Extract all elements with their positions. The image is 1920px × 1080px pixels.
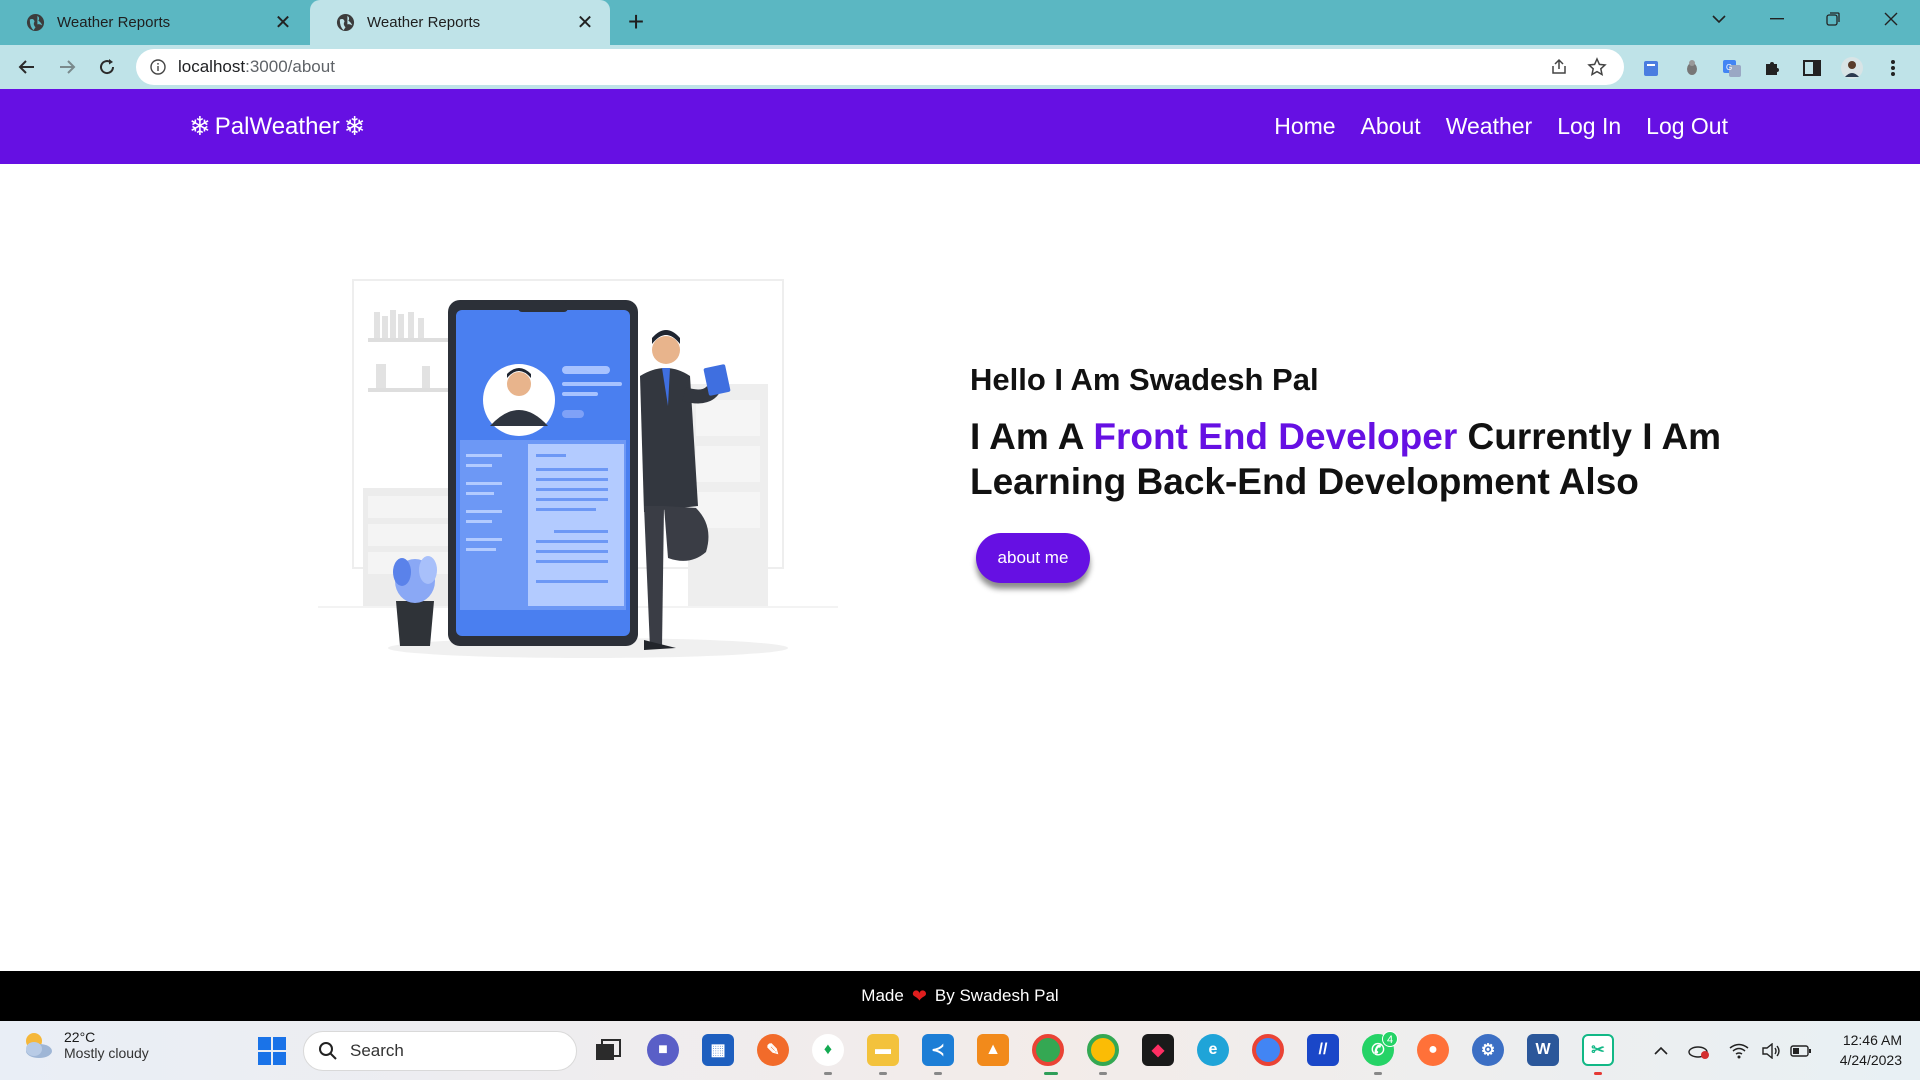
tab-weather-reports-2[interactable]: Weather Reports ✕ — [310, 0, 610, 45]
browser-tab-bar: Weather Reports ✕ Weather Reports ✕ + — [0, 0, 1920, 45]
tab-title: Weather Reports — [367, 14, 481, 31]
heart-icon: ❤ — [911, 985, 927, 1006]
developer-illustration — [318, 279, 838, 658]
partly-cloudy-icon — [26, 1033, 52, 1058]
teams-chat-icon[interactable]: ■ — [647, 1034, 679, 1066]
url-host: localhost — [178, 57, 246, 76]
brand-name: PalWeather — [214, 112, 340, 140]
reading-mode-icon[interactable] — [1638, 55, 1664, 81]
site-footer: Made ❤ By Swadesh Pal — [0, 971, 1920, 1021]
site-navbar: ❄ PalWeather ❄ Home About Weather Log In… — [0, 89, 1920, 164]
bug-extension-icon[interactable] — [1679, 55, 1705, 81]
close-icon[interactable]: ✕ — [574, 12, 596, 34]
back-arrow-icon[interactable] — [12, 52, 42, 82]
clock-time: 12:46 AM — [1842, 1032, 1902, 1048]
nav-about-link[interactable]: About — [1361, 113, 1421, 140]
info-icon[interactable] — [150, 59, 166, 75]
taskbar-search-box[interactable]: Search — [303, 1031, 577, 1071]
restore-icon[interactable] — [1810, 0, 1856, 38]
headline: I Am A Front End Developer Currently I A… — [970, 414, 1770, 504]
translate-icon[interactable]: G — [1719, 55, 1745, 81]
svg-text:G: G — [1726, 63, 1732, 72]
running-indicator — [879, 1072, 887, 1075]
reload-icon[interactable] — [92, 52, 122, 82]
snowflake-icon: ❄ — [343, 111, 366, 141]
address-bar[interactable]: localhost:3000/about — [136, 49, 1624, 85]
active-indicator — [1044, 1072, 1058, 1075]
running-indicator — [1374, 1072, 1382, 1075]
nav-home-link[interactable]: Home — [1274, 113, 1335, 140]
nav-login-link[interactable]: Log In — [1557, 113, 1621, 140]
side-panel-icon[interactable] — [1799, 55, 1825, 81]
running-indicator — [824, 1072, 832, 1075]
firefox-icon[interactable]: ● — [1417, 1034, 1449, 1066]
extensions-puzzle-icon[interactable] — [1759, 55, 1785, 81]
windows-start-icon[interactable] — [257, 1036, 287, 1066]
running-indicator — [1594, 1072, 1602, 1075]
nav-links: Home About Weather Log In Log Out — [1249, 89, 1728, 164]
globe-icon — [336, 13, 355, 32]
headline-accent: Front End Developer — [1093, 416, 1458, 457]
greeting-heading: Hello I Am Swadesh Pal — [970, 362, 1319, 397]
url-path: :3000/about — [245, 57, 335, 76]
menu-kebab-icon[interactable] — [1880, 55, 1906, 81]
profile-avatar[interactable] — [1839, 55, 1865, 81]
file-explorer-icon[interactable]: ▬ — [867, 1034, 899, 1066]
running-indicator — [934, 1072, 942, 1075]
clock-date: 4/24/2023 — [1839, 1052, 1902, 1068]
weather-widget[interactable]: 22°C Mostly cloudy — [20, 1029, 149, 1061]
tab-search-chevron-icon[interactable] — [1696, 0, 1742, 38]
close-window-icon[interactable] — [1868, 0, 1914, 38]
browser-toolbar: localhost:3000/about G — [0, 45, 1920, 89]
headline-prefix: I Am A — [970, 416, 1094, 457]
search-label: Search — [350, 1041, 404, 1060]
hero-text: Hello I Am Swadesh Pal I Am A Front End … — [970, 362, 1770, 504]
search-icon — [319, 1042, 337, 1060]
running-indicator — [1099, 1072, 1107, 1075]
git-app-icon[interactable]: ◆ — [1142, 1034, 1174, 1066]
share-icon[interactable] — [1548, 56, 1570, 78]
snowflake-icon: ❄ — [189, 111, 211, 141]
notification-badge: 4 — [1382, 1031, 1398, 1047]
onedrive-error-icon[interactable] — [1688, 1040, 1710, 1062]
dev-tool-icon[interactable]: // — [1307, 1034, 1339, 1066]
nav-logout-link[interactable]: Log Out — [1646, 113, 1728, 140]
tab-weather-reports-1[interactable]: Weather Reports ✕ — [0, 0, 308, 45]
new-tab-button[interactable]: + — [622, 8, 650, 37]
snipping-tool-icon[interactable]: ✂ — [1582, 1034, 1614, 1066]
settings-gear-icon[interactable]: ⚙ — [1472, 1034, 1504, 1066]
word-icon[interactable]: W — [1527, 1034, 1559, 1066]
nav-weather-link[interactable]: Weather — [1446, 113, 1533, 140]
microsoft-store-icon[interactable]: ▦ — [702, 1034, 734, 1066]
chrome-profile-2-icon[interactable] — [1087, 1034, 1119, 1066]
globe-icon — [26, 13, 45, 32]
system-clock[interactable]: 12:46 AM 4/24/2023 — [1840, 1030, 1902, 1070]
battery-icon[interactable] — [1790, 1040, 1812, 1062]
close-icon[interactable]: ✕ — [272, 12, 294, 34]
chevron-up-icon[interactable] — [1650, 1040, 1672, 1062]
weather-temperature: 22°C — [64, 1029, 96, 1045]
edge-icon[interactable]: e — [1197, 1034, 1229, 1066]
volume-icon[interactable] — [1760, 1040, 1782, 1062]
vlc-icon[interactable]: ▲ — [977, 1034, 1009, 1066]
weather-condition: Mostly cloudy — [64, 1045, 149, 1061]
chrome-profile-icon[interactable] — [1032, 1034, 1064, 1066]
footer-made: Made — [861, 986, 904, 1005]
postman-icon[interactable]: ✎ — [757, 1034, 789, 1066]
forward-arrow-icon[interactable] — [52, 52, 82, 82]
minimize-icon[interactable] — [1754, 0, 1800, 38]
task-view-icon[interactable] — [592, 1034, 624, 1066]
tab-title: Weather Reports — [57, 14, 171, 31]
about-me-button[interactable]: about me — [976, 533, 1090, 583]
brand-logo[interactable]: ❄ PalWeather ❄ — [185, 89, 370, 164]
bookmark-star-icon[interactable] — [1586, 56, 1608, 78]
windows-taskbar: 22°C Mostly cloudy Search ■ ▦ ✎ ♦ ▬ ≺ ▲ … — [0, 1021, 1920, 1080]
wifi-icon[interactable] — [1728, 1040, 1750, 1062]
chrome-icon[interactable] — [1252, 1034, 1284, 1066]
vscode-icon[interactable]: ≺ — [922, 1034, 954, 1066]
footer-author: By Swadesh Pal — [934, 986, 1059, 1005]
mongodb-icon[interactable]: ♦ — [812, 1034, 844, 1066]
url-text: localhost:3000/about — [178, 57, 1548, 77]
